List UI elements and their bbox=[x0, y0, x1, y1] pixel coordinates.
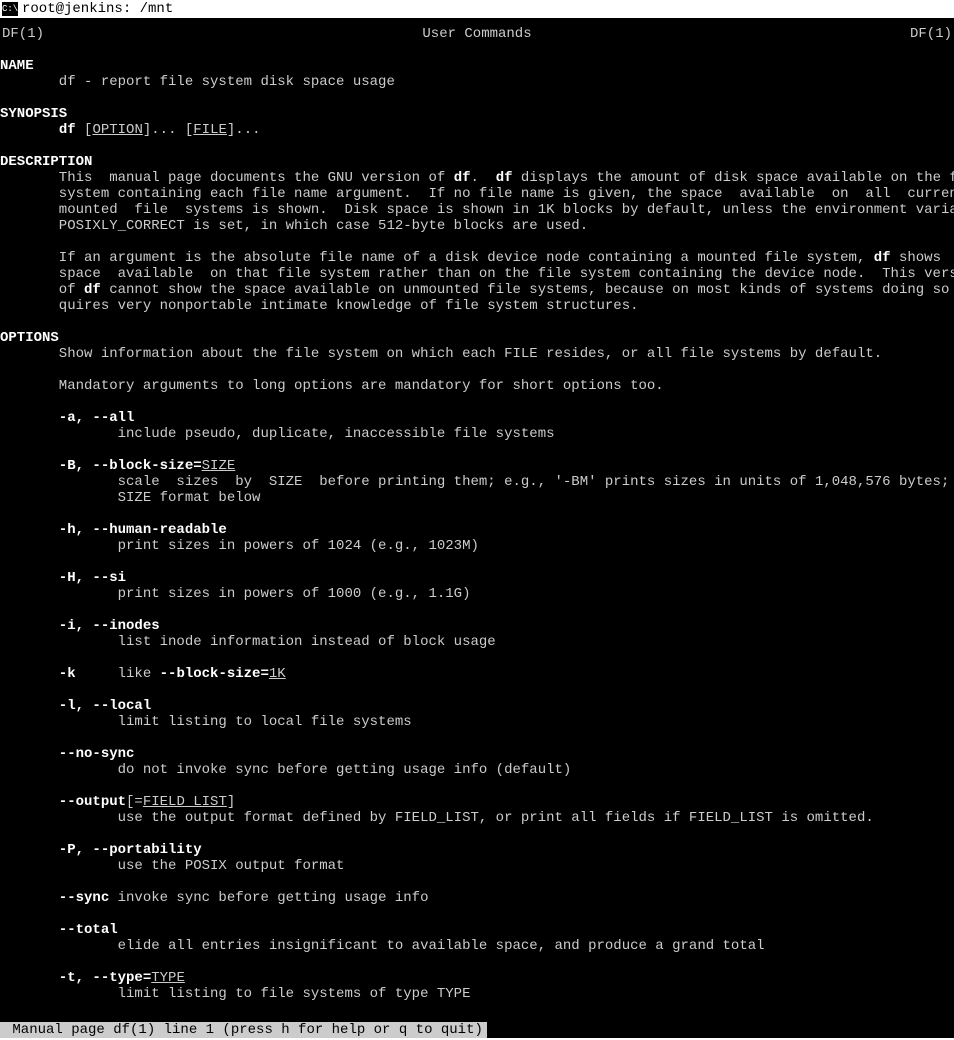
opt-total-flag: --total bbox=[0, 922, 954, 938]
opt-H-desc: print sizes in powers of 1000 (e.g., 1.1… bbox=[0, 586, 954, 602]
window-title-text: root@jenkins: /mnt bbox=[22, 0, 173, 18]
man-header-left: DF(1) bbox=[2, 26, 44, 42]
desc-p2-l4: quires very nonportable intimate knowled… bbox=[0, 298, 954, 314]
opt-a-desc: include pseudo, duplicate, inaccessible … bbox=[0, 426, 954, 442]
opt-B-flag: -B, --block-size=SIZE bbox=[0, 458, 954, 474]
opt-i-desc: list inode information instead of block … bbox=[0, 634, 954, 650]
opt-output-flag: --output[=FIELD_LIST] bbox=[0, 794, 954, 810]
man-header-right: DF(1) bbox=[910, 26, 952, 42]
desc-p2-l3: of df cannot show the space available on… bbox=[0, 282, 954, 298]
name-line: df - report file system disk space usage bbox=[0, 74, 954, 90]
section-name-heading: NAME bbox=[0, 58, 954, 74]
opt-h-flag: -h, --human-readable bbox=[0, 522, 954, 538]
terminal-icon: C:\ bbox=[2, 2, 18, 16]
opt-H-flag: -H, --si bbox=[0, 570, 954, 586]
opt-B-desc1: scale sizes by SIZE before printing them… bbox=[0, 474, 954, 490]
opt-i-flag: -i, --inodes bbox=[0, 618, 954, 634]
opt-l-flag: -l, --local bbox=[0, 698, 954, 714]
desc-p1-l4: POSIXLY_CORRECT is set, in which case 51… bbox=[0, 218, 954, 234]
opt-P-flag: -P, --portability bbox=[0, 842, 954, 858]
opt-nosync-flag: --no-sync bbox=[0, 746, 954, 762]
options-intro2: Mandatory arguments to long options are … bbox=[0, 378, 954, 394]
opt-k-line: -k like --block-size=1K bbox=[0, 666, 954, 682]
opt-B-desc2: SIZE format below bbox=[0, 490, 954, 506]
opt-t-desc: limit listing to file systems of type TY… bbox=[0, 986, 954, 1002]
desc-p1-l3: mounted file systems is shown. Disk spac… bbox=[0, 202, 954, 218]
section-options-heading: OPTIONS bbox=[0, 330, 954, 346]
desc-p1-l1: This manual page documents the GNU versi… bbox=[0, 170, 954, 186]
opt-sync-line: --sync invoke sync before getting usage … bbox=[0, 890, 954, 906]
section-synopsis-heading: SYNOPSIS bbox=[0, 106, 954, 122]
opt-total-desc: elide all entries insignificant to avail… bbox=[0, 938, 954, 954]
man-header: DF(1) User Commands DF(1) bbox=[0, 26, 954, 42]
opt-P-desc: use the POSIX output format bbox=[0, 858, 954, 874]
opt-h-desc: print sizes in powers of 1024 (e.g., 102… bbox=[0, 538, 954, 554]
man-status-line[interactable]: Manual page df(1) line 1 (press h for he… bbox=[0, 1022, 487, 1038]
section-description-heading: DESCRIPTION bbox=[0, 154, 954, 170]
terminal-viewport[interactable]: DF(1) User Commands DF(1) NAME df - repo… bbox=[0, 18, 954, 1038]
options-intro1: Show information about the file system o… bbox=[0, 346, 954, 362]
desc-p2-l2: space available on that file system rath… bbox=[0, 266, 954, 282]
opt-a-flag: -a, --all bbox=[0, 410, 954, 426]
desc-p2-l1: If an argument is the absolute file name… bbox=[0, 250, 954, 266]
opt-nosync-desc: do not invoke sync before getting usage … bbox=[0, 762, 954, 778]
opt-output-desc: use the output format defined by FIELD_L… bbox=[0, 810, 954, 826]
desc-p1-l2: system containing each file name argumen… bbox=[0, 186, 954, 202]
opt-t-flag: -t, --type=TYPE bbox=[0, 970, 954, 986]
window-title-bar: C:\ root@jenkins: /mnt bbox=[0, 0, 954, 18]
synopsis-line: df [OPTION]... [FILE]... bbox=[0, 122, 954, 138]
opt-l-desc: limit listing to local file systems bbox=[0, 714, 954, 730]
man-header-center: User Commands bbox=[422, 26, 531, 42]
